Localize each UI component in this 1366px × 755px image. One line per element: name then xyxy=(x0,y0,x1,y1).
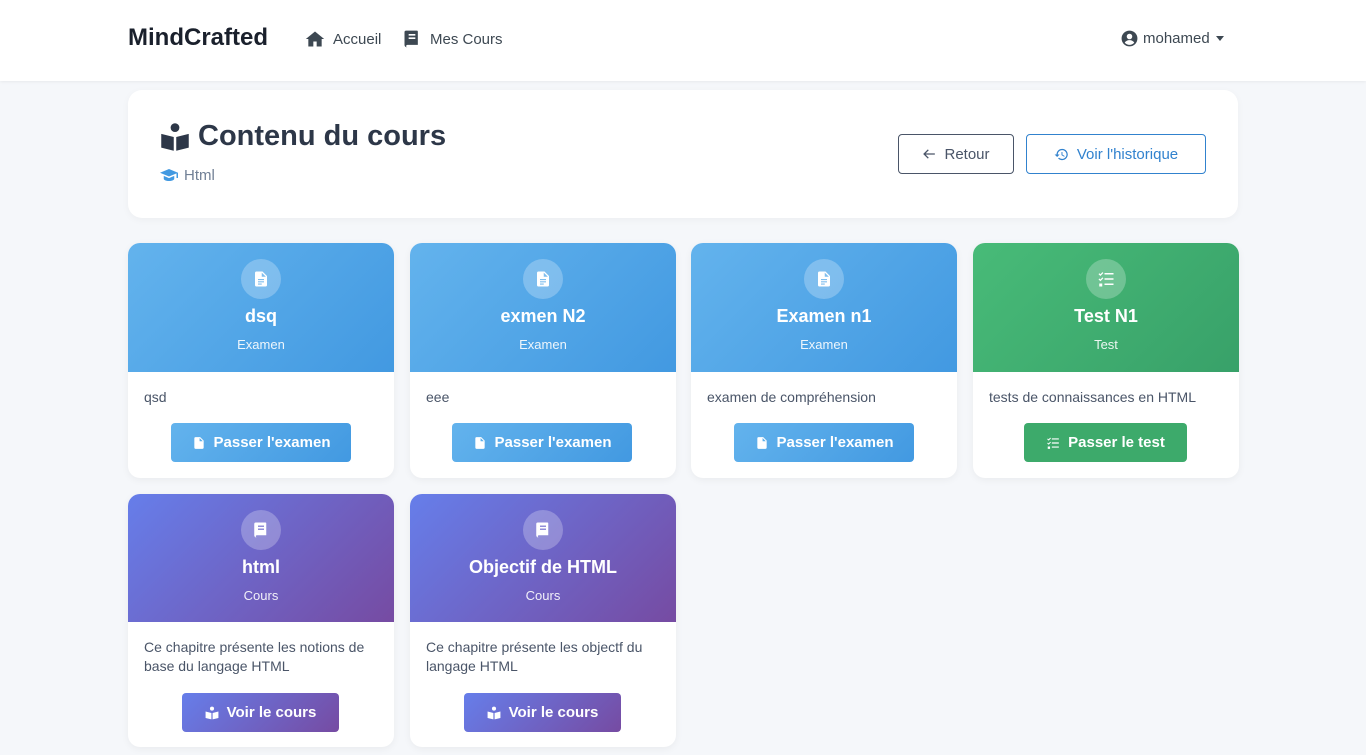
card-header: exmen N2 Examen xyxy=(410,243,676,372)
content-card: dsq Examen qsd Passer l'examen xyxy=(128,243,394,478)
file-icon xyxy=(193,436,204,449)
take-exam-button[interactable]: Passer l'examen xyxy=(452,423,632,462)
user-circle-icon xyxy=(1121,30,1138,47)
chevron-down-icon xyxy=(1215,36,1224,41)
take-test-button[interactable]: Passer le test xyxy=(1024,423,1187,462)
book-reader-icon xyxy=(205,706,219,719)
course-header: Contenu du cours Html Retour Voir l'hist… xyxy=(128,90,1238,218)
file-icon xyxy=(241,259,281,299)
nav-link-mes-cours[interactable]: Mes Cours xyxy=(402,29,503,49)
user-menu[interactable]: mohamed xyxy=(1120,29,1224,48)
card-title: dsq xyxy=(244,306,277,326)
file-icon xyxy=(474,436,485,449)
file-icon xyxy=(756,436,767,449)
nav-link-accueil[interactable]: Accueil xyxy=(305,29,381,49)
view-course-button[interactable]: Voir le cours xyxy=(182,693,339,732)
card-header: Examen n1 Examen xyxy=(691,243,957,372)
home-icon xyxy=(305,31,325,47)
file-icon xyxy=(804,259,844,299)
card-header: html Cours xyxy=(128,494,394,622)
graduation-cap-icon xyxy=(160,169,178,181)
card-header: Test N1 Test xyxy=(973,243,1239,372)
course-name: Html xyxy=(160,166,215,184)
nav-link-label: Mes Cours xyxy=(430,30,503,48)
content-card: exmen N2 Examen eee Passer l'examen xyxy=(410,243,676,478)
card-type: Examen xyxy=(237,337,285,352)
content-card: html Cours Ce chapitre présente les noti… xyxy=(128,494,394,747)
book-reader-icon xyxy=(161,122,189,151)
arrow-left-icon xyxy=(923,149,936,159)
history-icon xyxy=(1054,148,1068,160)
card-description: Ce chapitre présente les notions de base… xyxy=(144,639,365,674)
username: mohamed xyxy=(1143,30,1210,47)
checklist-icon xyxy=(1086,259,1126,299)
card-title: Examen n1 xyxy=(776,306,872,326)
card-title: Test N1 xyxy=(1074,306,1138,326)
card-title: html xyxy=(242,557,280,577)
content-card: Test N1 Test tests de connaissances en H… xyxy=(973,243,1239,478)
history-button[interactable]: Voir l'historique xyxy=(1026,134,1206,174)
card-type: Examen xyxy=(519,337,567,352)
card-title: exmen N2 xyxy=(500,306,586,326)
card-description: eee xyxy=(426,389,450,405)
book-icon xyxy=(241,510,281,550)
take-exam-button[interactable]: Passer l'examen xyxy=(171,423,351,462)
book-reader-icon xyxy=(487,706,501,719)
navbar: MindCrafted Accueil Mes Cours mohamed xyxy=(0,0,1366,81)
back-button[interactable]: Retour xyxy=(898,134,1014,174)
view-course-button[interactable]: Voir le cours xyxy=(464,693,621,732)
content-card: Examen n1 Examen examen de compréhension… xyxy=(691,243,957,478)
card-type: Examen xyxy=(800,337,848,352)
card-description: tests de connaissances en HTML xyxy=(989,389,1196,405)
book-icon xyxy=(404,30,418,48)
take-exam-button[interactable]: Passer l'examen xyxy=(734,423,914,462)
card-title: Objectif de HTML xyxy=(469,557,617,577)
content-card: Objectif de HTML Cours Ce chapitre prése… xyxy=(410,494,676,747)
card-description: examen de compréhension xyxy=(707,389,876,405)
book-icon xyxy=(523,510,563,550)
card-header: dsq Examen xyxy=(128,243,394,372)
card-description: Ce chapitre présente les objectf du lang… xyxy=(426,639,643,674)
nav-link-label: Accueil xyxy=(333,30,382,48)
card-type: Cours xyxy=(525,588,561,603)
brand-logo[interactable]: MindCrafted xyxy=(128,24,268,52)
file-icon xyxy=(523,259,563,299)
card-type: Cours xyxy=(243,588,279,603)
card-header: Objectif de HTML Cours xyxy=(410,494,676,622)
checklist-icon xyxy=(1047,437,1059,449)
card-type: Test xyxy=(1094,337,1118,352)
card-description: qsd xyxy=(144,389,167,405)
page-title: Contenu du cours xyxy=(160,120,446,153)
